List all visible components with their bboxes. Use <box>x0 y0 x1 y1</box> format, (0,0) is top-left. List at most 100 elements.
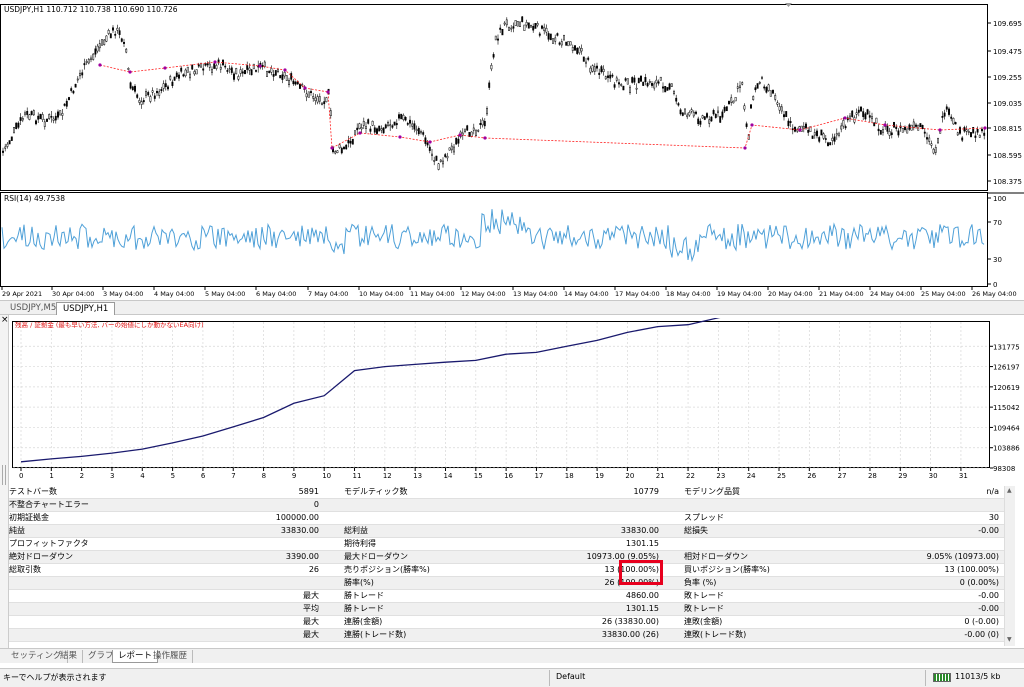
candle-body <box>666 87 669 91</box>
drag-handle-icon[interactable] <box>2 465 6 485</box>
y-tick-label: 103886 <box>993 445 1020 453</box>
price-chart[interactable]: USDJPY,H1 110.712 110.738 110.690 110.72… <box>0 0 1024 300</box>
report-row: 不整合チャートエラー 0 <box>9 499 1013 512</box>
candle-body <box>354 130 356 135</box>
candle-body <box>761 76 763 79</box>
candle-body <box>378 125 381 132</box>
candle-body <box>668 83 671 90</box>
candle-body <box>547 33 550 40</box>
time-tick-label: 5 May 04:00 <box>205 290 245 298</box>
candle-body <box>684 108 686 115</box>
candle-body <box>274 70 277 76</box>
time-tick-label: 7 May 04:00 <box>308 290 348 298</box>
candle-body <box>184 69 187 77</box>
x-tick-label: 5 <box>171 472 175 480</box>
candle-body <box>646 83 649 87</box>
tab-results[interactable]: 結果 <box>55 650 84 663</box>
candle-body <box>428 146 431 151</box>
candle-body <box>708 119 711 124</box>
candle-body <box>717 110 719 113</box>
candle-body <box>191 64 194 70</box>
candle-body <box>758 81 761 84</box>
candle-body <box>954 122 957 125</box>
candle-body <box>730 97 733 103</box>
candle-body <box>349 140 352 144</box>
candle-body <box>499 27 502 30</box>
trade-marker <box>326 90 330 94</box>
report-cell-v2: 1301.15 <box>625 539 659 548</box>
candle-body <box>103 39 106 45</box>
candle-body <box>921 124 924 129</box>
price-tick-label: 108.815 <box>993 125 1022 133</box>
candle-body <box>96 45 99 52</box>
trade-marker <box>258 64 262 68</box>
candle-body <box>453 146 455 153</box>
candle-body <box>728 101 730 105</box>
candle-body <box>519 21 521 27</box>
candle-body <box>976 128 979 133</box>
x-tick-label: 3 <box>110 472 114 480</box>
price-tick-label: 109.035 <box>993 100 1022 108</box>
candle-body <box>849 115 851 120</box>
report-cell-v1: 平均 <box>303 604 319 613</box>
candle-body <box>433 160 436 162</box>
trade-marker <box>843 116 847 120</box>
candle-body <box>79 72 81 77</box>
candle-body <box>266 70 268 77</box>
candle-body <box>492 54 495 58</box>
candle-body <box>92 53 95 60</box>
report-cell-v1: 26 <box>308 565 319 574</box>
tab-journal[interactable]: 操作履歴 <box>148 650 194 663</box>
trade-marker <box>938 128 942 132</box>
candle-body <box>59 110 62 116</box>
candle-body <box>532 26 535 31</box>
candle-body <box>288 80 290 86</box>
candle-body <box>877 128 880 132</box>
candle-body <box>591 65 594 72</box>
connection-bars-icon <box>933 673 951 682</box>
time-tick-label: 30 Apr 04:00 <box>52 290 94 298</box>
candle-body <box>239 69 242 74</box>
candle-body <box>98 43 101 49</box>
candle-body <box>283 71 286 77</box>
candle-body <box>560 41 563 46</box>
candle-body <box>558 42 561 45</box>
candle-body <box>219 66 222 70</box>
candle-body <box>6 143 9 147</box>
tab-usdjpy-h1[interactable]: USDJPY,H1 <box>56 302 116 315</box>
candle-body <box>50 116 53 118</box>
candle-body <box>442 160 444 165</box>
candle-body <box>153 95 156 99</box>
candle-body <box>10 136 13 141</box>
report-scrollbar[interactable]: ▲ ▼ <box>1004 486 1015 646</box>
candle-body <box>862 111 865 117</box>
x-tick-label: 17 <box>534 472 543 480</box>
candle-body <box>230 67 233 73</box>
scroll-down-icon[interactable]: ▼ <box>1007 636 1012 643</box>
candle-body <box>818 137 821 142</box>
candle-body <box>35 120 37 125</box>
candle-body <box>464 129 466 132</box>
x-tick-label: 31 <box>959 472 968 480</box>
candle-body <box>15 122 18 130</box>
report-cell-v1 <box>209 577 319 589</box>
candle-body <box>609 74 612 79</box>
candle-body <box>347 139 350 144</box>
scroll-up-icon[interactable]: ▲ <box>1007 487 1012 494</box>
candle-body <box>926 137 928 140</box>
candle-body <box>250 69 253 76</box>
candle-body <box>688 112 691 116</box>
candle-body <box>886 125 889 132</box>
candle-body <box>175 72 178 78</box>
candle-body <box>74 83 77 88</box>
candle-body <box>87 59 90 64</box>
candle-body <box>189 73 191 79</box>
x-tick-label: 25 <box>777 472 786 480</box>
report-cell-v2: 1301.15 <box>625 604 659 613</box>
candle-body <box>838 133 840 136</box>
candle-body <box>57 111 59 118</box>
candle-body <box>151 90 154 93</box>
tab-usdjpy-m5[interactable]: USDJPY,M5 <box>4 302 62 315</box>
close-icon[interactable]: × <box>1 316 9 325</box>
candle-body <box>860 106 862 112</box>
